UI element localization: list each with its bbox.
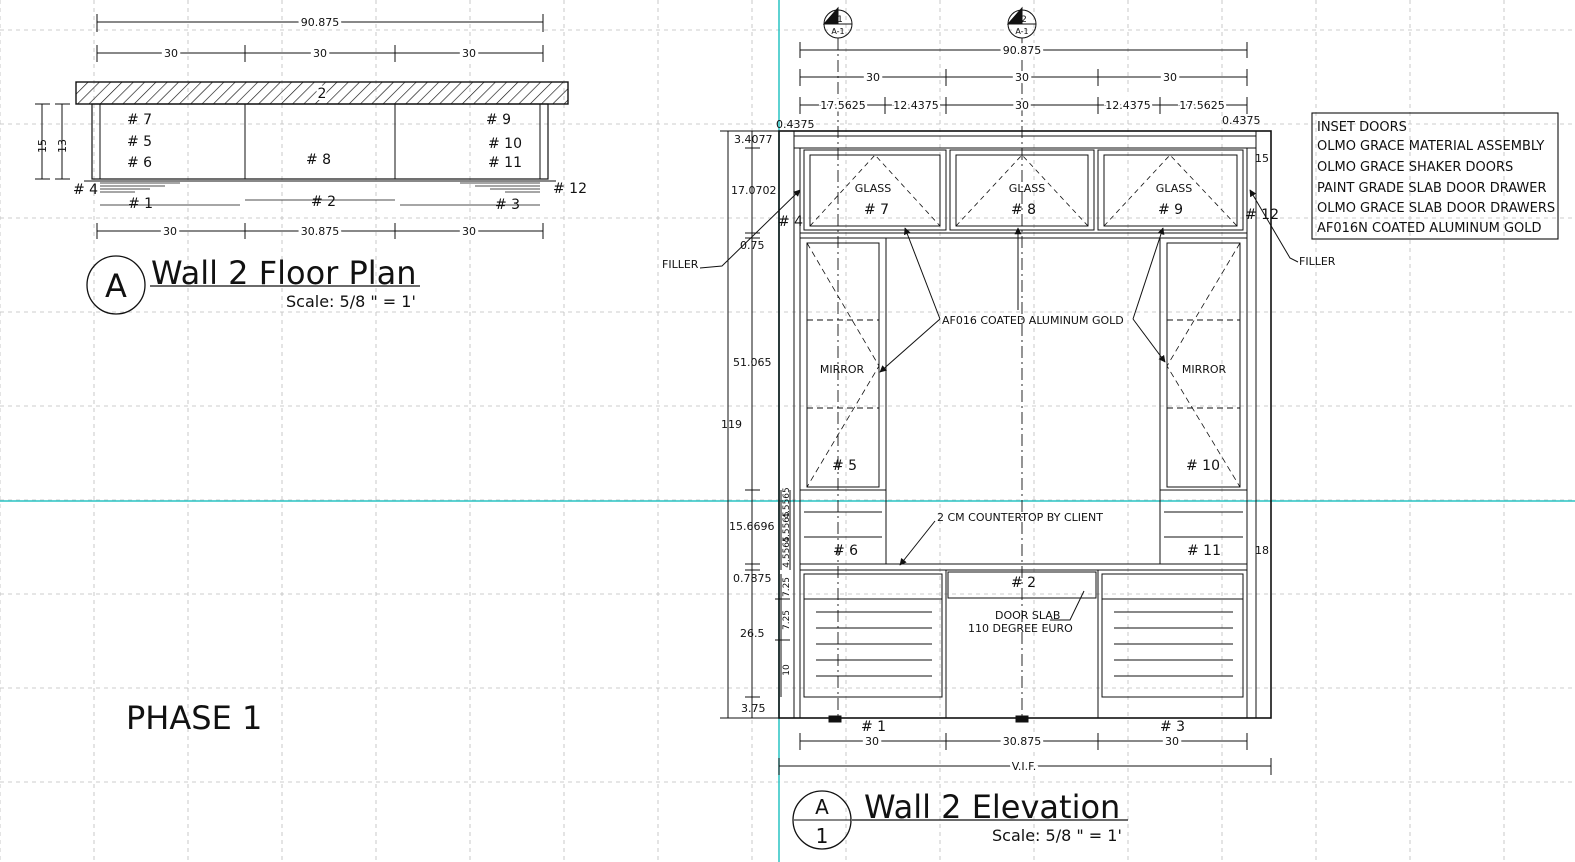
el-bubble-number: 1: [816, 824, 829, 848]
section-marker-2-bottom: A-1: [1015, 27, 1028, 36]
fp-dim-top-2: 30: [313, 47, 327, 60]
fp-label-10: # 10: [488, 136, 522, 152]
el-dim-left-2: 17.0702: [731, 184, 777, 197]
el-label-7: # 7: [864, 202, 889, 218]
el-dim-bottom-2: 30.875: [1003, 735, 1042, 748]
el-label-5: # 5: [832, 458, 857, 474]
fp-label-4: # 4: [73, 182, 98, 198]
el-label-6: # 6: [833, 543, 858, 559]
el-label-2: # 2: [1011, 575, 1036, 591]
fp-dim-side-13: 13: [56, 139, 69, 153]
fp-dim-top-3: 30: [462, 47, 476, 60]
el-dim-bottom-1: 30: [865, 735, 879, 748]
el-dim-small-4: 7.25: [782, 577, 792, 597]
glass-label-2: GLASS: [1009, 182, 1045, 195]
el-dim-left-3: 0.75: [740, 239, 765, 252]
drawing-canvas: 90.875 30 30 30 2 # 7 # 5 # 6 # 8 # 9 # …: [0, 0, 1575, 862]
el-dim-small-6: 10: [782, 664, 792, 676]
hinge-note: 110 DEGREE EURO: [968, 622, 1073, 635]
el-dim-corner-right: 0.4375: [1222, 114, 1261, 127]
fp-dim-top-1: 30: [164, 47, 178, 60]
el-dim-overall: 90.875: [1003, 44, 1042, 57]
legend-item-6: AF016N COATED ALUMINUM GOLD: [1317, 221, 1542, 236]
section-marker-1-bottom: A-1: [831, 27, 844, 36]
el-label-11: # 11: [1187, 543, 1221, 559]
fp-label-11: # 11: [488, 155, 522, 171]
floor-plan-text: 90.875 30 30 30 2 # 7 # 5 # 6 # 8 # 9 # …: [36, 13, 587, 737]
glass-label-3: GLASS: [1156, 182, 1192, 195]
legend-item-1: INSET DOORS: [1317, 120, 1407, 135]
el-dim-left-overall: 119: [721, 418, 742, 431]
el-dim-left-4: 51.065: [733, 356, 772, 369]
fp-label-8: # 8: [306, 152, 331, 168]
vif-label: V.I.F.: [1012, 760, 1036, 773]
elevation-scale: Scale: 5/8 " = 1': [992, 826, 1122, 845]
el-label-8: # 8: [1011, 202, 1036, 218]
el-dim-left-8: 3.75: [741, 702, 766, 715]
el-bubble-letter: A: [815, 795, 829, 819]
el-dim-top-3: 30: [1163, 71, 1177, 84]
el-label-3: # 3: [1160, 719, 1185, 735]
fp-dim-bottom-3: 30: [462, 225, 476, 238]
fp-label-3: # 3: [495, 197, 520, 213]
el-dim-top-2: 30: [1015, 71, 1029, 84]
cad-drawing: 90.875 30 30 30 2 # 7 # 5 # 6 # 8 # 9 # …: [0, 0, 1575, 862]
el-dim-top-1: 30: [866, 71, 880, 84]
el-dim-bottom-3: 30: [1165, 735, 1179, 748]
fp-label-9: # 9: [486, 112, 511, 128]
el-side-15: 15: [1255, 152, 1269, 165]
fp-dim-overall: 90.875: [301, 16, 340, 29]
legend-item-5: OLMO GRACE SLAB DOOR DRAWERS: [1317, 201, 1555, 216]
fp-label-5: # 5: [127, 134, 152, 150]
floor-plan-title: Wall 2 Floor Plan: [151, 254, 417, 292]
fp-dim-side-15: 15: [36, 139, 49, 153]
elevation-text: 1 A-1 2 A-1 90.875 30 30 30 17.5625 12.4…: [662, 15, 1555, 848]
phase-label: PHASE 1: [126, 699, 262, 737]
el-side-18: 18: [1255, 544, 1269, 557]
el-dim-row3-1: 17.5625: [820, 99, 866, 112]
mirror-label-left: MIRROR: [820, 363, 865, 376]
el-label-4: # 4: [778, 214, 803, 230]
fp-dim-bottom-2: 30.875: [301, 225, 340, 238]
door-slab-note: DOOR SLAB: [995, 609, 1060, 622]
elevation-title: Wall 2 Elevation: [864, 788, 1120, 826]
el-label-10: # 10: [1186, 458, 1220, 474]
el-label-12: # 12: [1245, 207, 1279, 223]
elevation: [699, 6, 1559, 850]
filler-note-right: FILLER: [1299, 255, 1336, 268]
el-dim-row3-4: 12.4375: [1105, 99, 1151, 112]
el-dim-corner-left: 0.4375: [776, 118, 815, 131]
section-marker-2-top: 2: [1021, 15, 1027, 25]
fp-label-2: # 2: [311, 194, 336, 210]
el-dim-left-5: 15.6696: [729, 520, 775, 533]
legend-item-3: OLMO GRACE SHAKER DOORS: [1317, 160, 1513, 175]
el-label-9: # 9: [1158, 202, 1183, 218]
fp-label-6: # 6: [127, 155, 152, 171]
fp-label-1: # 1: [128, 196, 153, 212]
legend-item-2: OLMO GRACE MATERIAL ASSEMBLY: [1317, 139, 1544, 154]
fp-bubble-letter: A: [105, 267, 127, 305]
el-dim-left-1: 3.4077: [734, 133, 773, 146]
el-dim-row3-3: 30: [1015, 99, 1029, 112]
filler-note-left: FILLER: [662, 258, 699, 271]
legend-item-4: PAINT GRADE SLAB DOOR DRAWER: [1317, 181, 1547, 196]
el-dim-row3-5: 17.5625: [1179, 99, 1225, 112]
el-dim-left-7: 26.5: [740, 627, 765, 640]
countertop-note: 2 CM COUNTERTOP BY CLIENT: [937, 511, 1103, 524]
fp-dim-bottom-1: 30: [163, 225, 177, 238]
el-label-1: # 1: [861, 719, 886, 735]
glass-label-1: GLASS: [855, 182, 891, 195]
section-marker-1-top: 1: [837, 15, 843, 25]
mirror-label-right: MIRROR: [1182, 363, 1227, 376]
fp-countertop-number: 2: [318, 86, 327, 102]
el-dim-small-3: 4.5565: [782, 536, 792, 568]
fp-label-7: # 7: [127, 112, 152, 128]
el-dim-left-6: 0.7875: [733, 572, 772, 585]
aluminum-note: AF016 COATED ALUMINUM GOLD: [942, 314, 1124, 327]
el-dim-row3-2: 12.4375: [893, 99, 939, 112]
el-dim-small-5: 7.25: [782, 610, 792, 630]
floor-plan-scale: Scale: 5/8 " = 1': [286, 292, 416, 311]
fp-label-12: # 12: [553, 181, 587, 197]
